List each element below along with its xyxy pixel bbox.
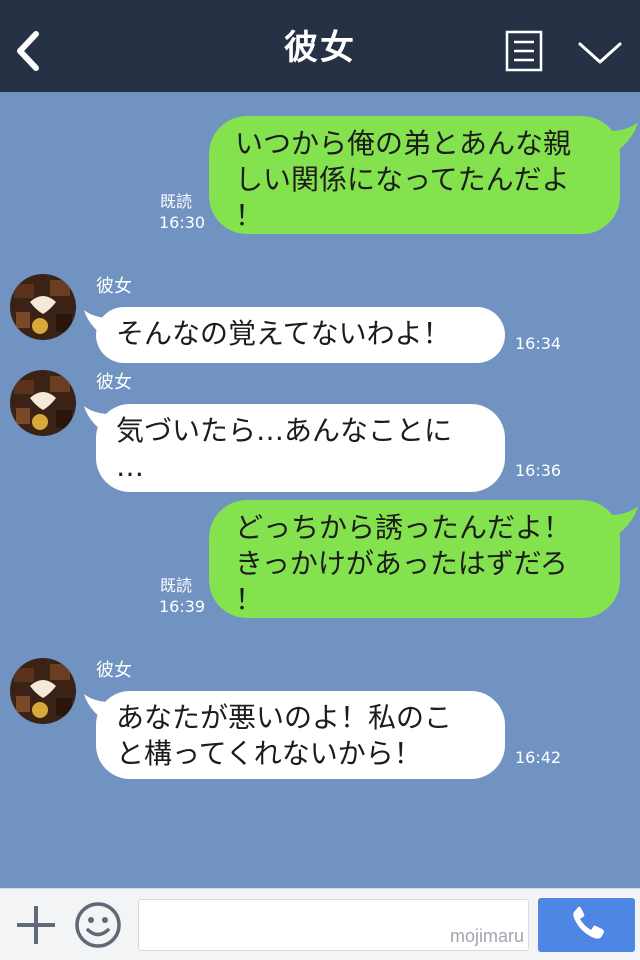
plus-icon bbox=[17, 906, 55, 944]
message-time: 16:39 bbox=[159, 597, 206, 616]
message-bubble[interactable]: どっちから誘ったんだよ！ きっかけがあったはずだろ ！ bbox=[209, 500, 620, 618]
message-time: 16:42 bbox=[515, 748, 562, 767]
watermark: mojimaru bbox=[449, 926, 524, 946]
emoji-icon bbox=[75, 902, 121, 948]
message-sent: いつから俺の弟とあんな親 しい関係になってたんだよ ！ 既読 16:30 bbox=[0, 112, 640, 238]
message-bubble[interactable]: そんなの覚えてないわよ！ bbox=[96, 307, 505, 363]
message-time: 16:36 bbox=[515, 461, 562, 480]
avatar[interactable] bbox=[10, 658, 76, 724]
message-time: 16:34 bbox=[515, 334, 562, 353]
phone-icon bbox=[573, 906, 604, 939]
chat-header: 彼女 bbox=[0, 0, 640, 92]
add-button[interactable] bbox=[14, 903, 58, 947]
message-bubble[interactable]: あなたが悪いのよ！私のこ と構ってくれないから！ bbox=[96, 691, 505, 779]
sender-name: 彼女 bbox=[96, 372, 132, 393]
chevron-down-icon bbox=[578, 42, 622, 64]
message-received: 彼女 気づいたら…あんなことに … 16:36 bbox=[0, 366, 640, 496]
sticker-button[interactable] bbox=[74, 901, 122, 949]
menu-button[interactable] bbox=[505, 30, 543, 72]
chat-title: 彼女 bbox=[284, 28, 356, 68]
sender-name: 彼女 bbox=[96, 660, 132, 681]
sender-name: 彼女 bbox=[96, 276, 132, 297]
message-received: 彼女 あなたが悪いのよ！私のこ と構ってくれないから！ 16:42 bbox=[0, 654, 640, 784]
input-bar: mojimaru bbox=[0, 888, 640, 960]
message-bubble[interactable]: 気づいたら…あんなことに … bbox=[96, 404, 505, 492]
chocolate-avatar-image bbox=[10, 658, 76, 724]
message-bubble[interactable]: いつから俺の弟とあんな親 しい関係になってたんだよ ！ bbox=[209, 116, 620, 234]
message-time: 16:30 bbox=[159, 213, 206, 232]
back-arrow-icon bbox=[17, 31, 39, 71]
avatar[interactable] bbox=[10, 274, 76, 340]
message-sent: どっちから誘ったんだよ！ きっかけがあったはずだろ ！ 既読 16:39 bbox=[0, 496, 640, 622]
expand-button[interactable] bbox=[576, 38, 624, 68]
chocolate-avatar-image bbox=[10, 274, 76, 340]
message-received: 彼女 そんなの覚えてないわよ！ 16:34 bbox=[0, 270, 640, 370]
avatar[interactable] bbox=[10, 370, 76, 436]
back-button[interactable] bbox=[10, 28, 50, 74]
call-button[interactable] bbox=[538, 898, 635, 952]
chocolate-avatar-image bbox=[10, 370, 76, 436]
menu-icon bbox=[505, 30, 543, 72]
read-receipt: 既読 bbox=[160, 576, 193, 595]
read-receipt: 既読 bbox=[160, 192, 193, 211]
